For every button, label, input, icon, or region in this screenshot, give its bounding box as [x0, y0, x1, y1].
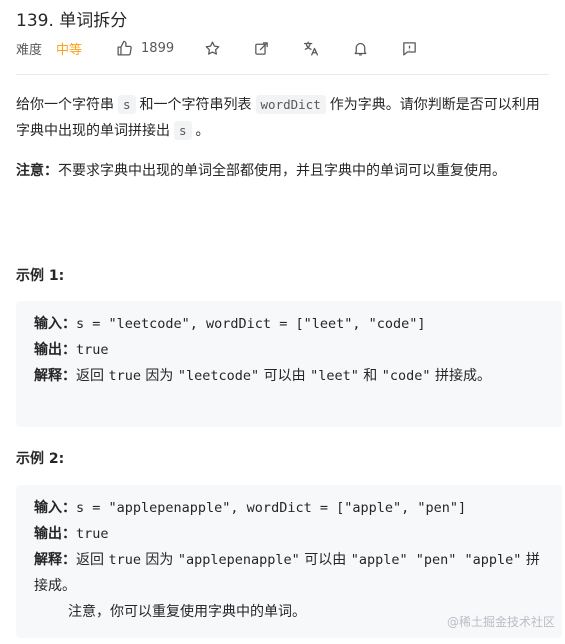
- input-label: 输入：: [34, 500, 76, 516]
- input-label: 输入：: [34, 316, 76, 332]
- example-input: 输入：s = "leetcode", wordDict = ["leet", "…: [34, 311, 562, 337]
- desc-text: 。: [195, 123, 210, 139]
- explain-text: 和: [363, 368, 378, 384]
- share-icon[interactable]: [253, 40, 270, 57]
- explain-label: 解释：: [34, 368, 76, 384]
- explain-label: 解释：: [34, 552, 76, 568]
- explain-text: 因为: [145, 368, 174, 384]
- example-explanation: 解释：返回 true 因为 "applepenapple" 可以由 "apple…: [34, 547, 544, 599]
- explain-text: 返回: [76, 552, 104, 568]
- example-explanation: 解释：返回 true 因为 "leetcode" 可以由 "leet" 和 "c…: [34, 363, 544, 389]
- desc-text: 和一个字符串列表: [139, 97, 252, 113]
- explain-code: true: [108, 368, 141, 384]
- problem-note: 注意：不要求字典中出现的单词全部都使用，并且字典中的单词可以重复使用。: [16, 158, 552, 184]
- watermark: @稀土掘金技术社区: [446, 615, 555, 629]
- difficulty-label: 难度: [16, 42, 43, 58]
- star-icon[interactable]: [204, 40, 221, 57]
- header-divider: [16, 74, 549, 75]
- output-value: true: [76, 342, 109, 358]
- note-text: 不要求字典中出现的单词全部都使用，并且字典中的单词可以重复使用。: [58, 163, 506, 179]
- output-label: 输出：: [34, 342, 76, 358]
- bell-icon[interactable]: [352, 40, 369, 57]
- example-2-title: 示例 2:: [16, 451, 65, 467]
- input-value: s = "leetcode", wordDict = ["leet", "cod…: [76, 316, 426, 332]
- explain-code: "applepenapple": [177, 552, 300, 568]
- explain-code: "code": [381, 368, 431, 384]
- example-output: 输出：true: [34, 521, 562, 547]
- example-output: 输出：true: [34, 337, 562, 363]
- inline-code-s: s: [174, 121, 192, 140]
- translate-icon[interactable]: [302, 40, 320, 57]
- inline-code-worddict: wordDict: [255, 95, 326, 114]
- output-label: 输出：: [34, 526, 76, 542]
- like-count: 1899: [141, 40, 175, 56]
- problem-meta-bar: 难度 中等 1899: [16, 38, 418, 58]
- like-button[interactable]: 1899: [116, 40, 174, 57]
- explain-text: 返回: [76, 368, 104, 384]
- thumbs-up-icon: [116, 40, 133, 57]
- explain-text: 因为: [145, 552, 174, 568]
- desc-text: 给你一个字符串: [16, 97, 114, 113]
- difficulty-badge: 中等: [56, 42, 83, 58]
- inline-code-s: s: [118, 95, 136, 114]
- explain-code: "leetcode": [177, 368, 260, 384]
- problem-title: 139. 单词拆分: [16, 11, 128, 31]
- input-value: s = "applepenapple", wordDict = ["apple"…: [76, 500, 467, 516]
- explain-text: 可以由: [263, 368, 306, 384]
- example-input: 输入：s = "applepenapple", wordDict = ["app…: [34, 495, 562, 521]
- explain-code: "leet": [310, 368, 359, 384]
- explain-code: true: [108, 552, 141, 568]
- explain-text: 可以由: [304, 552, 347, 568]
- note-label: 注意：: [16, 163, 58, 179]
- example-1-box: 输入：s = "leetcode", wordDict = ["leet", "…: [16, 301, 562, 427]
- explain-code: "apple" "pen" "apple": [350, 552, 522, 568]
- example-1-title: 示例 1:: [16, 268, 65, 284]
- output-value: true: [76, 526, 109, 542]
- problem-description: 给你一个字符串 s 和一个字符串列表 wordDict 作为字典。请你判断是否可以利用字…: [16, 92, 552, 144]
- feedback-icon[interactable]: [401, 40, 418, 57]
- explain-text: 拼接成。: [434, 368, 491, 384]
